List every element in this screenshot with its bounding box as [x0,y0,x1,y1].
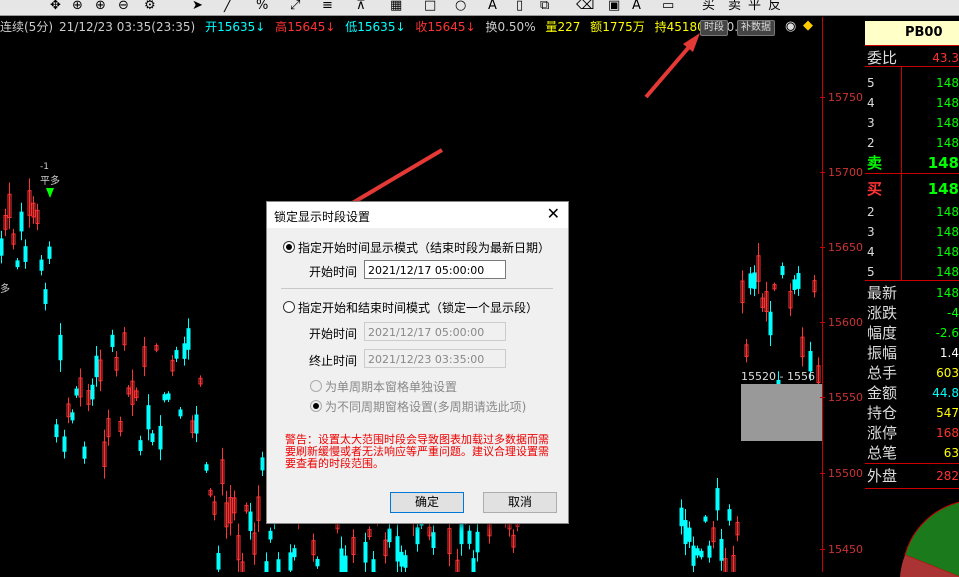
buy-level-row: 2 148 [867,205,959,219]
axis-tick: 15550 [820,391,863,404]
mode2-start-input[interactable]: 2021/12/17 05:00:00 [364,322,506,341]
arrow-to-time-button [644,38,697,99]
warning-text: 警告：设置太大范围时段会导致图表加载过多数据而需要刷新缓慢或者无法响应等严重问题… [285,433,549,470]
axis-tick: 15650 [820,241,863,254]
mode2-label[interactable]: 指定开始和结束时间模式（锁定一个显示段） [298,299,538,316]
mode1-radio[interactable] [283,241,295,253]
weibi-row: 委比 43.3 [867,49,959,67]
mode1-label[interactable]: 指定开始时间显示模式（结束时段为最新日期） [298,239,550,256]
sell-one-row: 卖 148 [867,154,959,172]
lock-time-segment-dialog: 锁定显示时段设置 ✕ 指定开始时间显示模式（结束时段为最新日期） 开始时间 20… [266,201,569,524]
buy-level-row: 3 148 [867,225,959,239]
single-period-label[interactable]: 为单周期本窗格单独设置 [325,378,457,395]
dialog-separator [281,288,553,289]
axis-tick: 15500 [820,467,863,480]
panel-divider [865,45,959,46]
panel-vline [901,66,902,280]
axis-tick: 15750 [820,91,863,104]
mode2-start-label: 开始时间 [309,327,358,341]
dialog-titlebar: 锁定显示时段设置 ✕ [267,202,568,228]
buy-one-row: 买 148 [867,180,959,198]
sell-level-row: 3 148 [867,116,959,130]
mode2-radio[interactable] [283,301,295,313]
sell-level-row: 5 148 [867,76,959,90]
dialog-title: 锁定显示时段设置 [274,210,371,224]
stat-row: 金额 44.8 [867,384,959,402]
stat-row: 持仓 547 [867,404,959,422]
close-icon[interactable]: ✕ [547,204,560,223]
ok-button[interactable]: 确定 [390,492,464,513]
axis-tick: 15600 [820,316,863,329]
contract-code: PB00 沪 [865,21,959,64]
buy-level-row: 5 148 [867,265,959,279]
cancel-button[interactable]: 取消 [483,492,557,513]
panel-divider [865,66,959,67]
mode2-end-label: 终止时间 [309,354,358,368]
mode2-end-input[interactable]: 2021/12/23 03:35:00 [364,349,506,368]
pie-indicator [900,501,959,577]
buy-level-row: 4 148 [867,245,959,259]
axis-tick: 15450 [820,543,863,556]
axis-tick: 15700 [820,166,863,179]
multi-period-label[interactable]: 为不同周期窗格设置(多周期请选此项) [325,398,526,415]
stat-row: 总笔 63 [867,444,959,462]
stat-row: 最新 148 [867,284,959,302]
sell-level-row: 2 148 [867,136,959,150]
panel-divider [865,280,959,281]
single-period-radio[interactable] [310,380,322,392]
mode1-start-input[interactable]: 2021/12/17 05:00:00 [364,260,506,279]
stat-row: 涨停 168 [867,424,959,442]
stat-row: 幅度 -2.6 [867,324,959,342]
price-axis: 15750 15700 15650 15600 15550 15500 1545… [820,17,866,572]
panel-divider [865,463,959,464]
panel-divider [865,173,959,174]
stat-row: 总手 603 [867,364,959,382]
multi-period-radio[interactable] [310,400,322,412]
panel-divider [865,488,959,489]
sell-level-row: 4 148 [867,96,959,110]
stat-row: 振幅 1.4 [867,344,959,362]
stat-row: 涨跌 -4 [867,304,959,322]
mode1-start-label: 开始时间 [309,265,358,279]
outer-disk-row: 外盘 282 [867,467,959,485]
